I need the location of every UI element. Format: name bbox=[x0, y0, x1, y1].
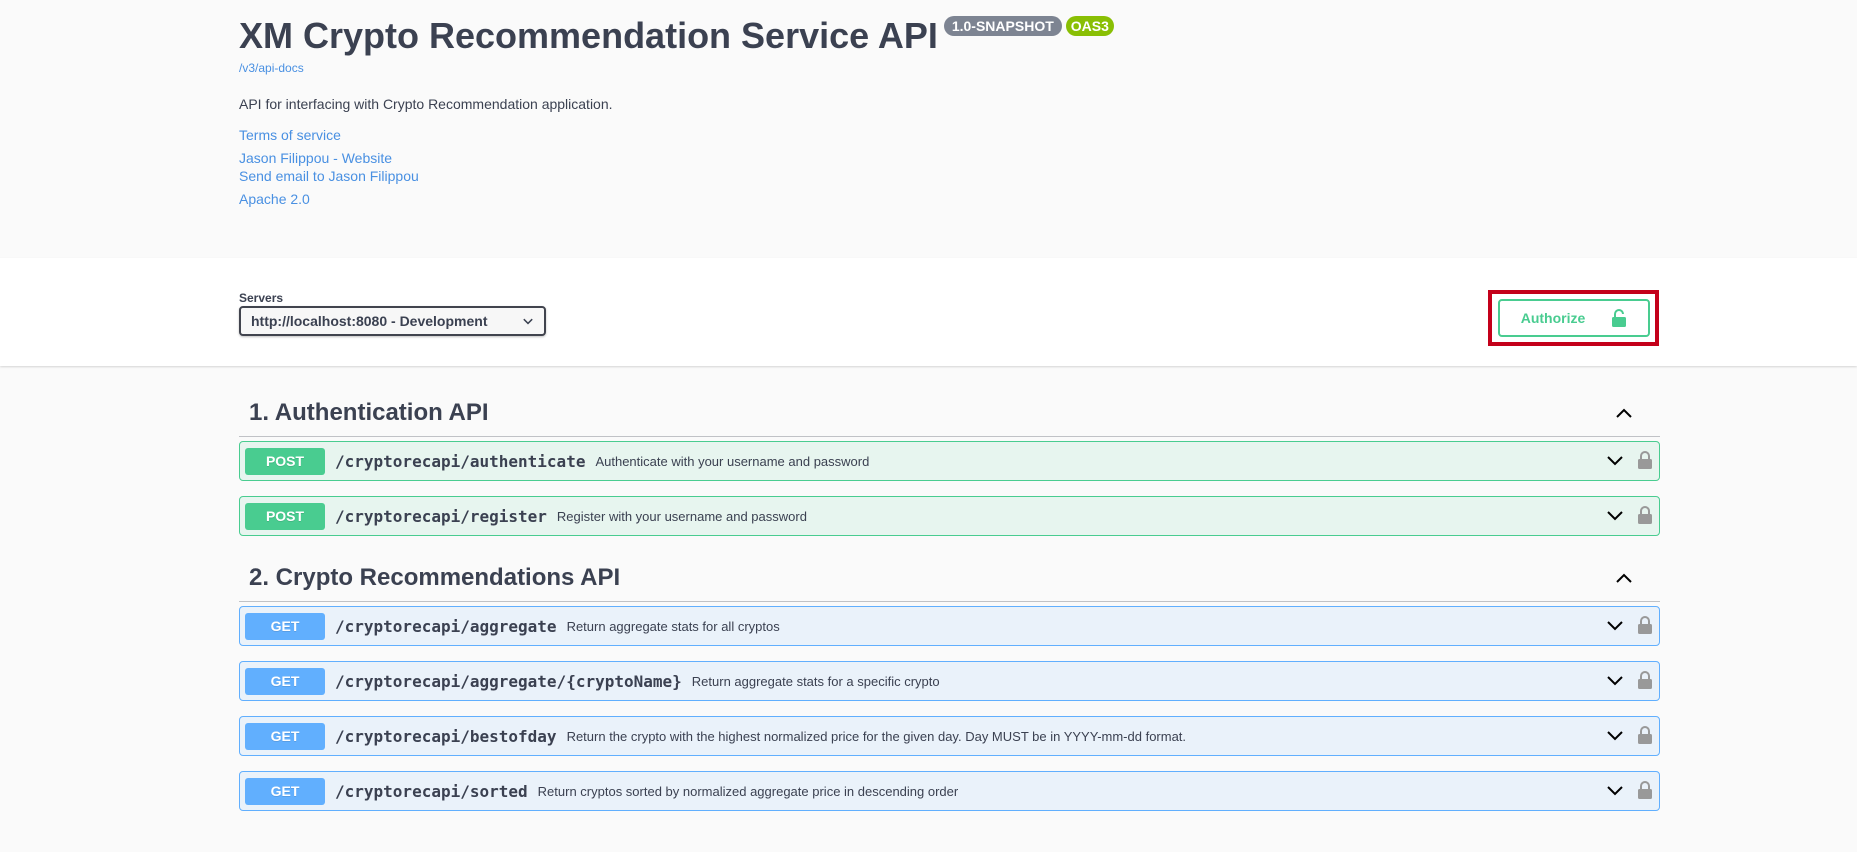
operation-path: /cryptorecapi/aggregate/{cryptoName} bbox=[335, 671, 682, 691]
tag-authentication[interactable]: 1. Authentication API bbox=[239, 389, 1660, 437]
chevron-down-icon[interactable] bbox=[1605, 725, 1625, 745]
servers-select[interactable]: http://localhost:8080 - Development bbox=[239, 306, 546, 336]
method-badge: GET bbox=[245, 667, 325, 695]
lock-icon[interactable] bbox=[1637, 780, 1653, 800]
operation-summary: Return aggregate stats for all cryptos bbox=[566, 618, 780, 634]
scheme-container: Servers http://localhost:8080 - Developm… bbox=[0, 258, 1857, 366]
operation-summary: Authenticate with your username and pass… bbox=[595, 453, 870, 469]
operation-post-register[interactable]: POST /cryptorecapi/register Register wit… bbox=[239, 496, 1660, 536]
tag-title: 2. Crypto Recommendations API bbox=[249, 564, 621, 591]
oas-badge: OAS3 bbox=[1065, 16, 1114, 36]
unlock-icon bbox=[1612, 309, 1627, 327]
operation-get-bestofday[interactable]: GET /cryptorecapi/bestofday Return the c… bbox=[239, 716, 1660, 756]
lock-icon[interactable] bbox=[1637, 670, 1653, 690]
authorize-button[interactable]: Authorize bbox=[1498, 299, 1650, 337]
operation-path: /cryptorecapi/bestofday bbox=[335, 726, 557, 746]
api-docs-link[interactable]: /v3/api-docs bbox=[239, 61, 304, 75]
tag-title: 1. Authentication API bbox=[249, 399, 489, 426]
operation-summary: Register with your username and password bbox=[556, 508, 807, 524]
lock-icon[interactable] bbox=[1637, 450, 1653, 470]
operation-summary: Return cryptos sorted by normalized aggr… bbox=[537, 783, 959, 799]
method-badge: POST bbox=[245, 447, 325, 475]
servers-label: Servers bbox=[239, 291, 284, 305]
lock-icon[interactable] bbox=[1637, 615, 1653, 635]
info-section: XM Crypto Recommendation Service API 1.0… bbox=[0, 0, 1857, 258]
method-badge: GET bbox=[245, 777, 325, 805]
method-badge: GET bbox=[245, 722, 325, 750]
operation-get-aggregate-crypto[interactable]: GET /cryptorecapi/aggregate/{cryptoName}… bbox=[239, 661, 1660, 701]
operation-path: /cryptorecapi/register bbox=[335, 506, 547, 526]
lock-icon[interactable] bbox=[1637, 505, 1653, 525]
operation-path: /cryptorecapi/sorted bbox=[335, 781, 528, 801]
operation-summary: Return aggregate stats for a specific cr… bbox=[691, 673, 940, 689]
page-title: XM Crypto Recommendation Service API bbox=[239, 15, 938, 56]
lock-icon[interactable] bbox=[1637, 725, 1653, 745]
operation-get-sorted[interactable]: GET /cryptorecapi/sorted Return cryptos … bbox=[239, 771, 1660, 811]
terms-of-service-link[interactable]: Terms of service bbox=[239, 127, 341, 143]
chevron-down-icon[interactable] bbox=[1605, 670, 1625, 690]
chevron-down-icon[interactable] bbox=[1605, 615, 1625, 635]
chevron-down-icon[interactable] bbox=[1605, 505, 1625, 525]
license-link[interactable]: Apache 2.0 bbox=[239, 191, 310, 207]
operation-path: /cryptorecapi/authenticate bbox=[335, 451, 586, 471]
contact-website-link[interactable]: Jason Filippou - Website bbox=[239, 150, 392, 166]
tag-crypto-recommendations[interactable]: 2. Crypto Recommendations API bbox=[239, 554, 1660, 602]
chevron-down-icon[interactable] bbox=[1605, 450, 1625, 470]
operation-post-authenticate[interactable]: POST /cryptorecapi/authenticate Authenti… bbox=[239, 441, 1660, 481]
version-badge: 1.0-SNAPSHOT bbox=[943, 16, 1062, 36]
operation-path: /cryptorecapi/aggregate bbox=[335, 616, 557, 636]
contact-email-link[interactable]: Send email to Jason Filippou bbox=[239, 168, 419, 184]
operation-get-aggregate[interactable]: GET /cryptorecapi/aggregate Return aggre… bbox=[239, 606, 1660, 646]
api-description: API for interfacing with Crypto Recommen… bbox=[239, 96, 613, 112]
chevron-down-icon bbox=[523, 318, 533, 325]
chevron-up-icon[interactable] bbox=[1614, 568, 1634, 588]
authorize-label: Authorize bbox=[1520, 310, 1586, 326]
chevron-up-icon[interactable] bbox=[1614, 403, 1634, 423]
title-row: XM Crypto Recommendation Service API 1.0… bbox=[239, 14, 1114, 58]
servers-selected-value: http://localhost:8080 - Development bbox=[251, 313, 488, 329]
chevron-down-icon[interactable] bbox=[1605, 780, 1625, 800]
operation-summary: Return the crypto with the highest norma… bbox=[566, 728, 1187, 744]
method-badge: GET bbox=[245, 612, 325, 640]
method-badge: POST bbox=[245, 502, 325, 530]
